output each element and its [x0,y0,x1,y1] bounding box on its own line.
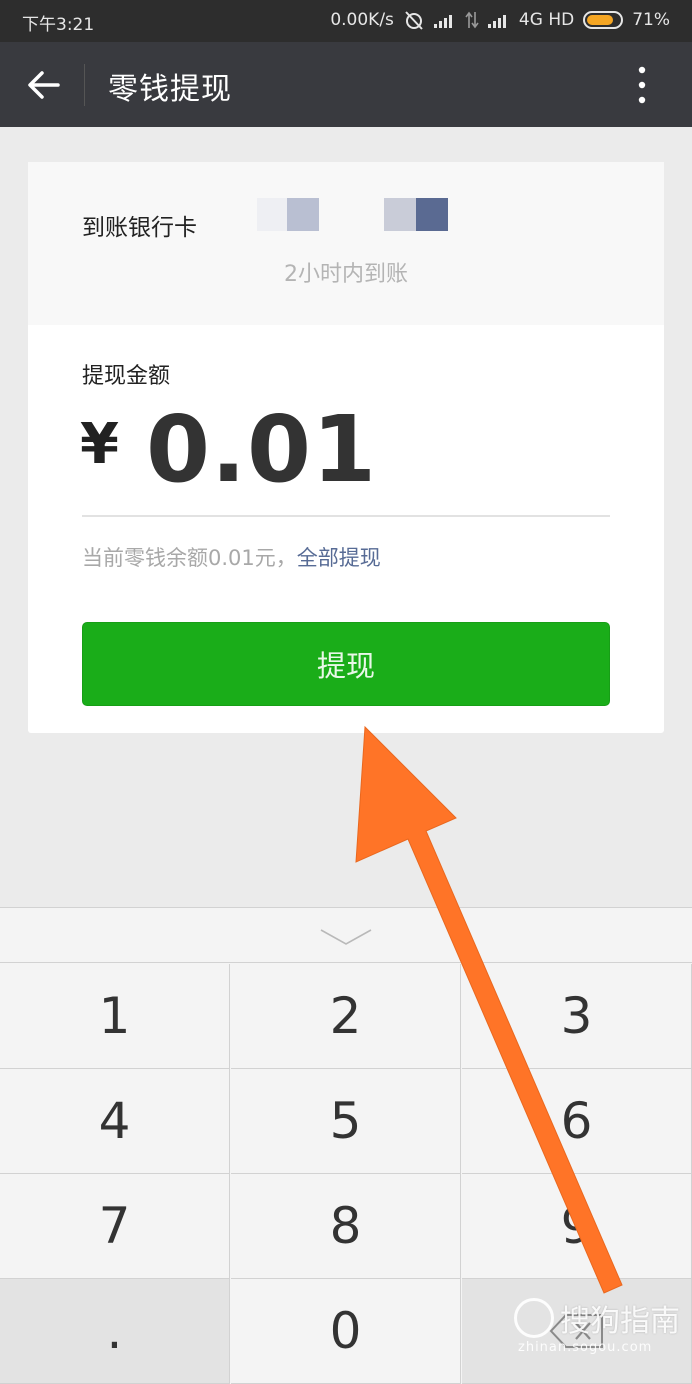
data-arrows-icon [465,11,479,29]
arrival-time-text: 2小时内到账 [284,262,408,287]
signal-icon [433,15,452,28]
currency-symbol: ¥ [80,412,119,477]
key-0[interactable]: 0 [231,1279,461,1384]
nav-divider [84,64,85,106]
key-5[interactable]: 5 [231,1069,461,1174]
net-speed: 0.00K/s [330,10,394,30]
keypad-collapse[interactable] [0,908,692,963]
key-9[interactable]: 9 [462,1174,692,1279]
key-3[interactable]: 3 [462,964,692,1069]
status-right: 0.00K/s 4G HD 71% [330,9,670,31]
withdraw-card: 到账银行卡 2小时内到账 提现金额 ¥ 0.01 当前零钱余额0.01元，全部提… [28,162,664,733]
key-2[interactable]: 2 [231,964,461,1069]
bank-card-label: 到账银行卡 [82,215,197,241]
page-title: 零钱提现 [108,72,232,107]
withdraw-button[interactable]: 提现 [82,622,610,706]
key-8[interactable]: 8 [231,1174,461,1279]
watermark-url: zhinan.sogou.com [518,1340,653,1355]
nav-bar: 零钱提现 [0,42,692,127]
key-7[interactable]: 7 [0,1174,230,1279]
alarm-off-icon [405,11,423,30]
amount-underline [82,515,610,517]
key-4[interactable]: 4 [0,1069,230,1174]
key-1[interactable]: 1 [0,964,230,1069]
amount-label: 提现金额 [82,364,171,389]
more-vertical-icon[interactable] [632,66,652,104]
balance-text: 当前零钱余额0.01元， [82,546,297,570]
key-6[interactable]: 6 [462,1069,692,1174]
key-decimal[interactable]: . [0,1279,230,1384]
watermark-name: 搜狗指南 [560,1304,680,1339]
status-time: 下午3:21 [22,15,95,35]
chevron-down-icon[interactable] [320,928,372,946]
sogou-logo-icon [514,1298,554,1338]
bank-card-section[interactable]: 到账银行卡 2小时内到账 [28,162,664,325]
bank-card-info-masked [257,198,457,232]
battery-percent: 71% [632,10,670,30]
balance-info: 当前零钱余额0.01元，全部提现 [82,542,381,572]
battery-icon [583,11,624,29]
signal-icon [487,15,506,28]
network-type: 4G HD [518,10,575,30]
status-bar: 下午3:21 0.00K/s 4G HD 71% [0,0,692,42]
arrow-left-icon[interactable] [26,67,62,103]
amount-input[interactable]: 0.01 [146,396,377,503]
withdraw-all-link[interactable]: 全部提现 [297,546,381,570]
